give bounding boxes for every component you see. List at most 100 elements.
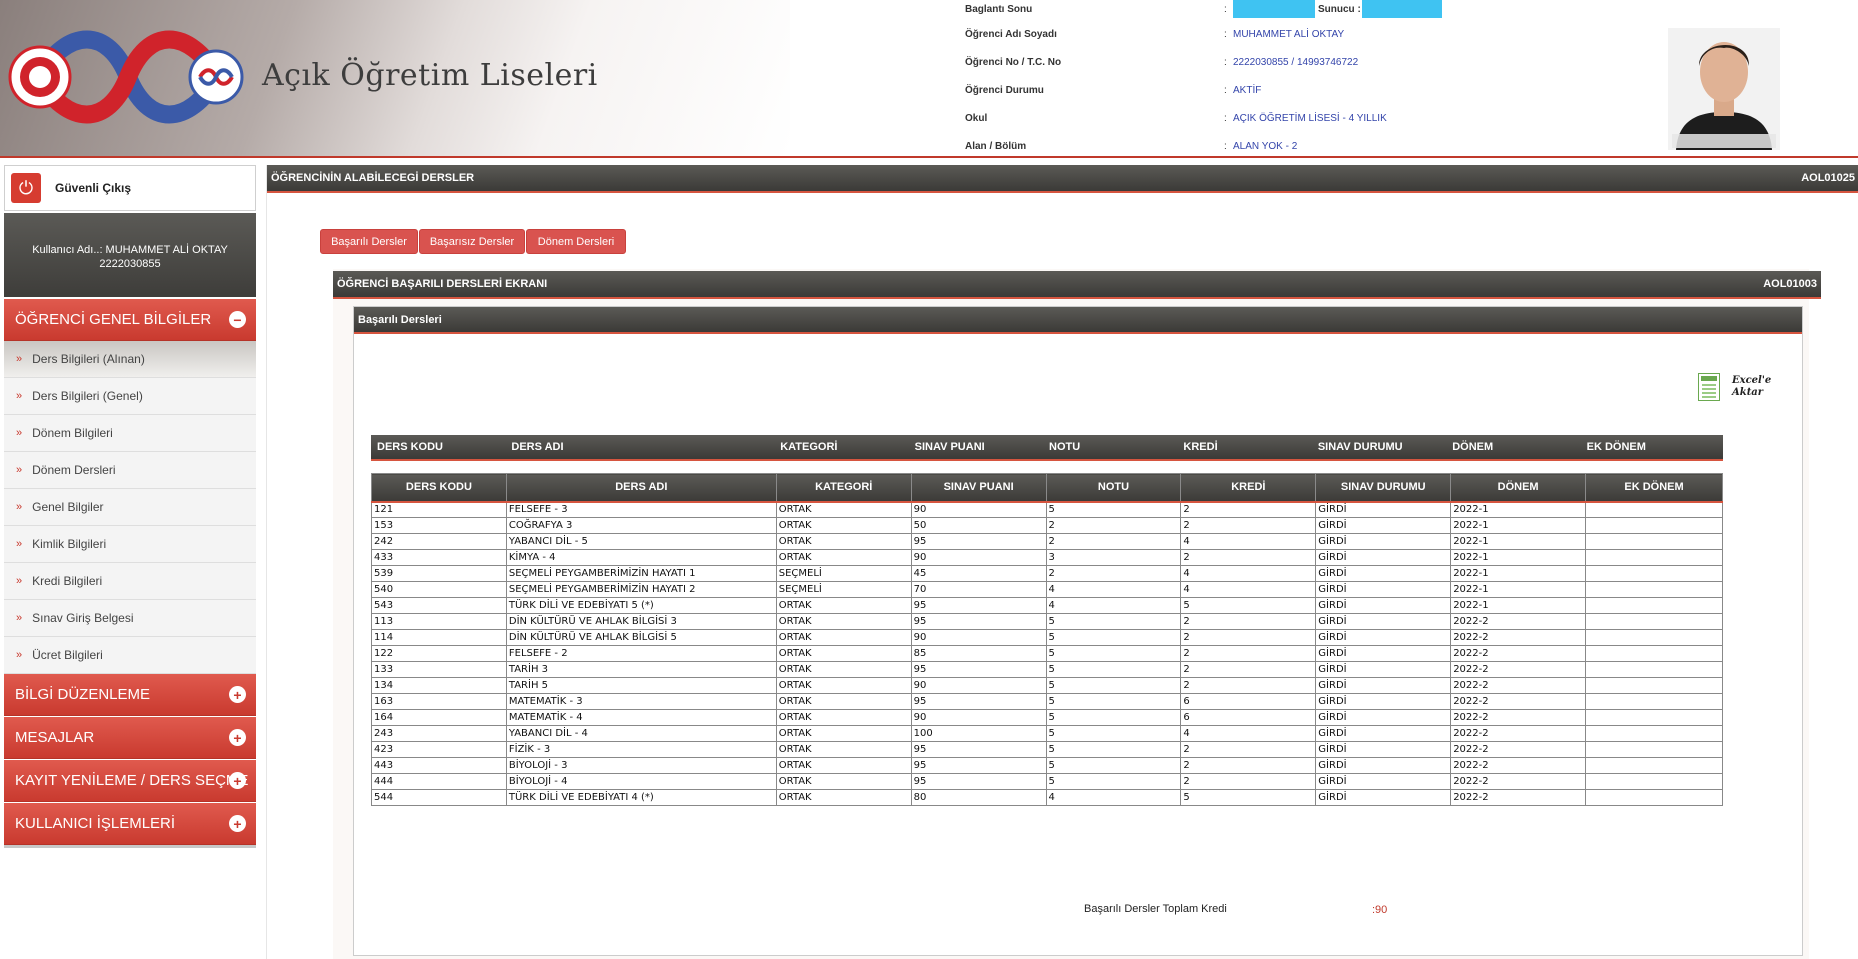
aol-logo xyxy=(8,22,248,132)
logout-button[interactable]: ⏻ Güvenli Çıkış xyxy=(4,165,256,211)
table-cell: TÜRK DİLİ VE EDEBİYATI 4 (*) xyxy=(505,789,777,806)
chevron-right-icon: » xyxy=(16,390,23,402)
sidebar-item-ders-bilgileri-alinan[interactable]: » Ders Bilgileri (Alınan) xyxy=(4,341,256,378)
sidebar-bottom-border xyxy=(4,845,256,848)
table-cell: 2 xyxy=(1180,677,1317,694)
table-cell: 2 xyxy=(1180,549,1317,566)
user-name-line: Kullanıcı Adı..: MUHAMMET ALİ OKTAY xyxy=(32,244,228,256)
table-cell: 2022-2 xyxy=(1450,677,1587,694)
table-cell: 4 xyxy=(1045,581,1182,598)
tab-basarisiz-dersler[interactable]: Başarısız Dersler xyxy=(419,229,525,254)
table-cell: GİRDİ xyxy=(1315,565,1452,582)
table-row: 134 TARİH 5 ORTAK 90 5 2 GİRDİ 2022-2 xyxy=(371,677,1723,694)
table-cell xyxy=(1585,661,1723,678)
table-cell: 133 xyxy=(371,661,507,678)
table-cell: YABANCI DİL - 4 xyxy=(505,725,777,742)
student-number-value: 2222030855 / 14993746722 xyxy=(1233,57,1359,68)
table-cell: ORTAK xyxy=(775,709,912,726)
table-cell: 90 xyxy=(910,709,1047,726)
table-cell: 95 xyxy=(910,773,1047,790)
strip-col-kategori[interactable]: KATEGORİ xyxy=(778,441,912,453)
screen-title-bar: ÖĞRENCİ BAŞARILI DERSLERİ EKRANI AOL0100… xyxy=(333,271,1821,299)
sidebar-item-label: Dönem Bilgileri xyxy=(32,426,113,440)
logout-label: Güvenli Çıkış xyxy=(55,181,132,195)
sidebar-item-donem-dersleri[interactable]: » Dönem Dersleri xyxy=(4,452,256,489)
student-photo xyxy=(1668,28,1780,150)
table-cell xyxy=(1585,725,1723,742)
table-cell: GİRDİ xyxy=(1315,533,1452,550)
table-cell: 444 xyxy=(371,773,507,790)
sidebar-item-donem-bilgileri[interactable]: » Dönem Bilgileri xyxy=(4,415,256,452)
table-cell: 539 xyxy=(371,565,507,582)
strip-col-sinav-durumu[interactable]: SINAV DURUMU xyxy=(1316,441,1450,453)
table-cell xyxy=(1585,741,1723,758)
table-row: 539 SEÇMELİ PEYGAMBERİMİZİN HAYATI 1 SEÇME… xyxy=(371,565,1723,582)
table-cell: GİRDİ xyxy=(1315,581,1452,598)
courses-table: DERS KODU DERS ADI KATEGORİ SINAV PUANI … xyxy=(371,473,1723,806)
table-cell: GİRDİ xyxy=(1315,645,1452,662)
tab-donem-dersleri[interactable]: Dönem Dersleri xyxy=(526,229,626,254)
table-cell: 2022-1 xyxy=(1450,565,1587,582)
sidebar-section-bilgi-duzenleme[interactable]: BİLGİ DÜZENLEME + xyxy=(4,674,256,716)
table-cell: 2022-2 xyxy=(1450,789,1587,806)
table-cell: 5 xyxy=(1045,773,1182,790)
table-cell: 4 xyxy=(1045,789,1182,806)
table-row: 540 SEÇMELİ PEYGAMBERİMİZİN HAYATI 2 SEÇME… xyxy=(371,581,1723,598)
table-cell: 2 xyxy=(1045,517,1182,534)
table-cell: 2022-2 xyxy=(1450,629,1587,646)
table-cell xyxy=(1585,597,1723,614)
strip-col-ders-kodu[interactable]: DERS KODU xyxy=(375,441,509,453)
table-cell: 2 xyxy=(1045,533,1182,550)
sidebar-section-kayit-yenileme[interactable]: KAYIT YENİLEME / DERS SEÇME + xyxy=(4,760,256,802)
strip-col-kredi[interactable]: KREDİ xyxy=(1181,441,1315,453)
sidebar-item-genel-bilgiler[interactable]: » Genel Bilgiler xyxy=(4,489,256,526)
table-cell: MATEMATİK - 4 xyxy=(505,709,777,726)
table-cell: TARİH 5 xyxy=(505,677,777,694)
chevron-right-icon: » xyxy=(16,464,23,476)
table-cell: 5 xyxy=(1045,661,1182,678)
user-number-line: 2222030855 xyxy=(99,258,161,270)
table-cell: 543 xyxy=(371,597,507,614)
table-cell: 2 xyxy=(1180,613,1317,630)
sidebar-item-kimlik-bilgileri[interactable]: » Kimlik Bilgileri xyxy=(4,526,256,563)
table-cell: 95 xyxy=(910,613,1047,630)
table-cell: 5 xyxy=(1180,789,1317,806)
excel-export-label: Excel'e Aktar xyxy=(1732,375,1772,398)
tab-basarili-dersler[interactable]: Başarılı Dersler xyxy=(320,229,418,254)
table-cell: COĞRAFYA 3 xyxy=(505,517,777,534)
sidebar-item-ders-bilgileri-genel[interactable]: » Ders Bilgileri (Genel) xyxy=(4,378,256,415)
table-cell: 2022-2 xyxy=(1450,645,1587,662)
table-cell: 50 xyxy=(910,517,1047,534)
student-status-value: AKTİF xyxy=(1233,85,1262,96)
table-cell: ORTAK xyxy=(775,597,912,614)
table-cell: 544 xyxy=(371,789,507,806)
sidebar-item-label: Kimlik Bilgileri xyxy=(32,537,107,551)
sidebar-item-sinav-giris-belgesi[interactable]: » Sınav Giriş Belgesi xyxy=(4,600,256,637)
sidebar-item-label: Ders Bilgileri (Alınan) xyxy=(32,352,145,366)
table-cell: MATEMATİK - 3 xyxy=(505,693,777,710)
minus-icon: − xyxy=(229,311,246,328)
strip-col-notu[interactable]: NOTU xyxy=(1047,441,1181,453)
sidebar-section-mesajlar[interactable]: MESAJLAR + xyxy=(4,717,256,759)
table-cell xyxy=(1585,677,1723,694)
strip-col-ders-adi[interactable]: DERS ADI xyxy=(509,441,778,453)
table-cell xyxy=(1585,549,1723,566)
table-cell: 95 xyxy=(910,597,1047,614)
excel-export-button[interactable]: Excel'e Aktar xyxy=(1698,373,1778,405)
strip-col-sinav-puani[interactable]: SINAV PUANI xyxy=(913,441,1047,453)
table-cell: 90 xyxy=(910,677,1047,694)
total-credit-value: :90 xyxy=(1372,904,1388,916)
sidebar-section-student-info[interactable]: ÖĞRENCİ GENEL BİLGİLER − xyxy=(4,299,256,341)
sidebar-item-ucret-bilgileri[interactable]: » Ücret Bilgileri xyxy=(4,637,256,674)
table-cell: 134 xyxy=(371,677,507,694)
table-cell: ORTAK xyxy=(775,661,912,678)
table-cell: 80 xyxy=(910,789,1047,806)
table-cell: GİRDİ xyxy=(1315,549,1452,566)
strip-col-donem[interactable]: DÖNEM xyxy=(1450,441,1584,453)
strip-col-ek-donem[interactable]: EK DÖNEM xyxy=(1585,441,1719,453)
sidebar-section-kullanici-islemleri[interactable]: KULLANICI İŞLEMLERİ + xyxy=(4,803,256,845)
table-cell: 242 xyxy=(371,533,507,550)
chevron-right-icon: » xyxy=(16,575,23,587)
sidebar-item-kredi-bilgileri[interactable]: » Kredi Bilgileri xyxy=(4,563,256,600)
chevron-right-icon: » xyxy=(16,501,23,513)
